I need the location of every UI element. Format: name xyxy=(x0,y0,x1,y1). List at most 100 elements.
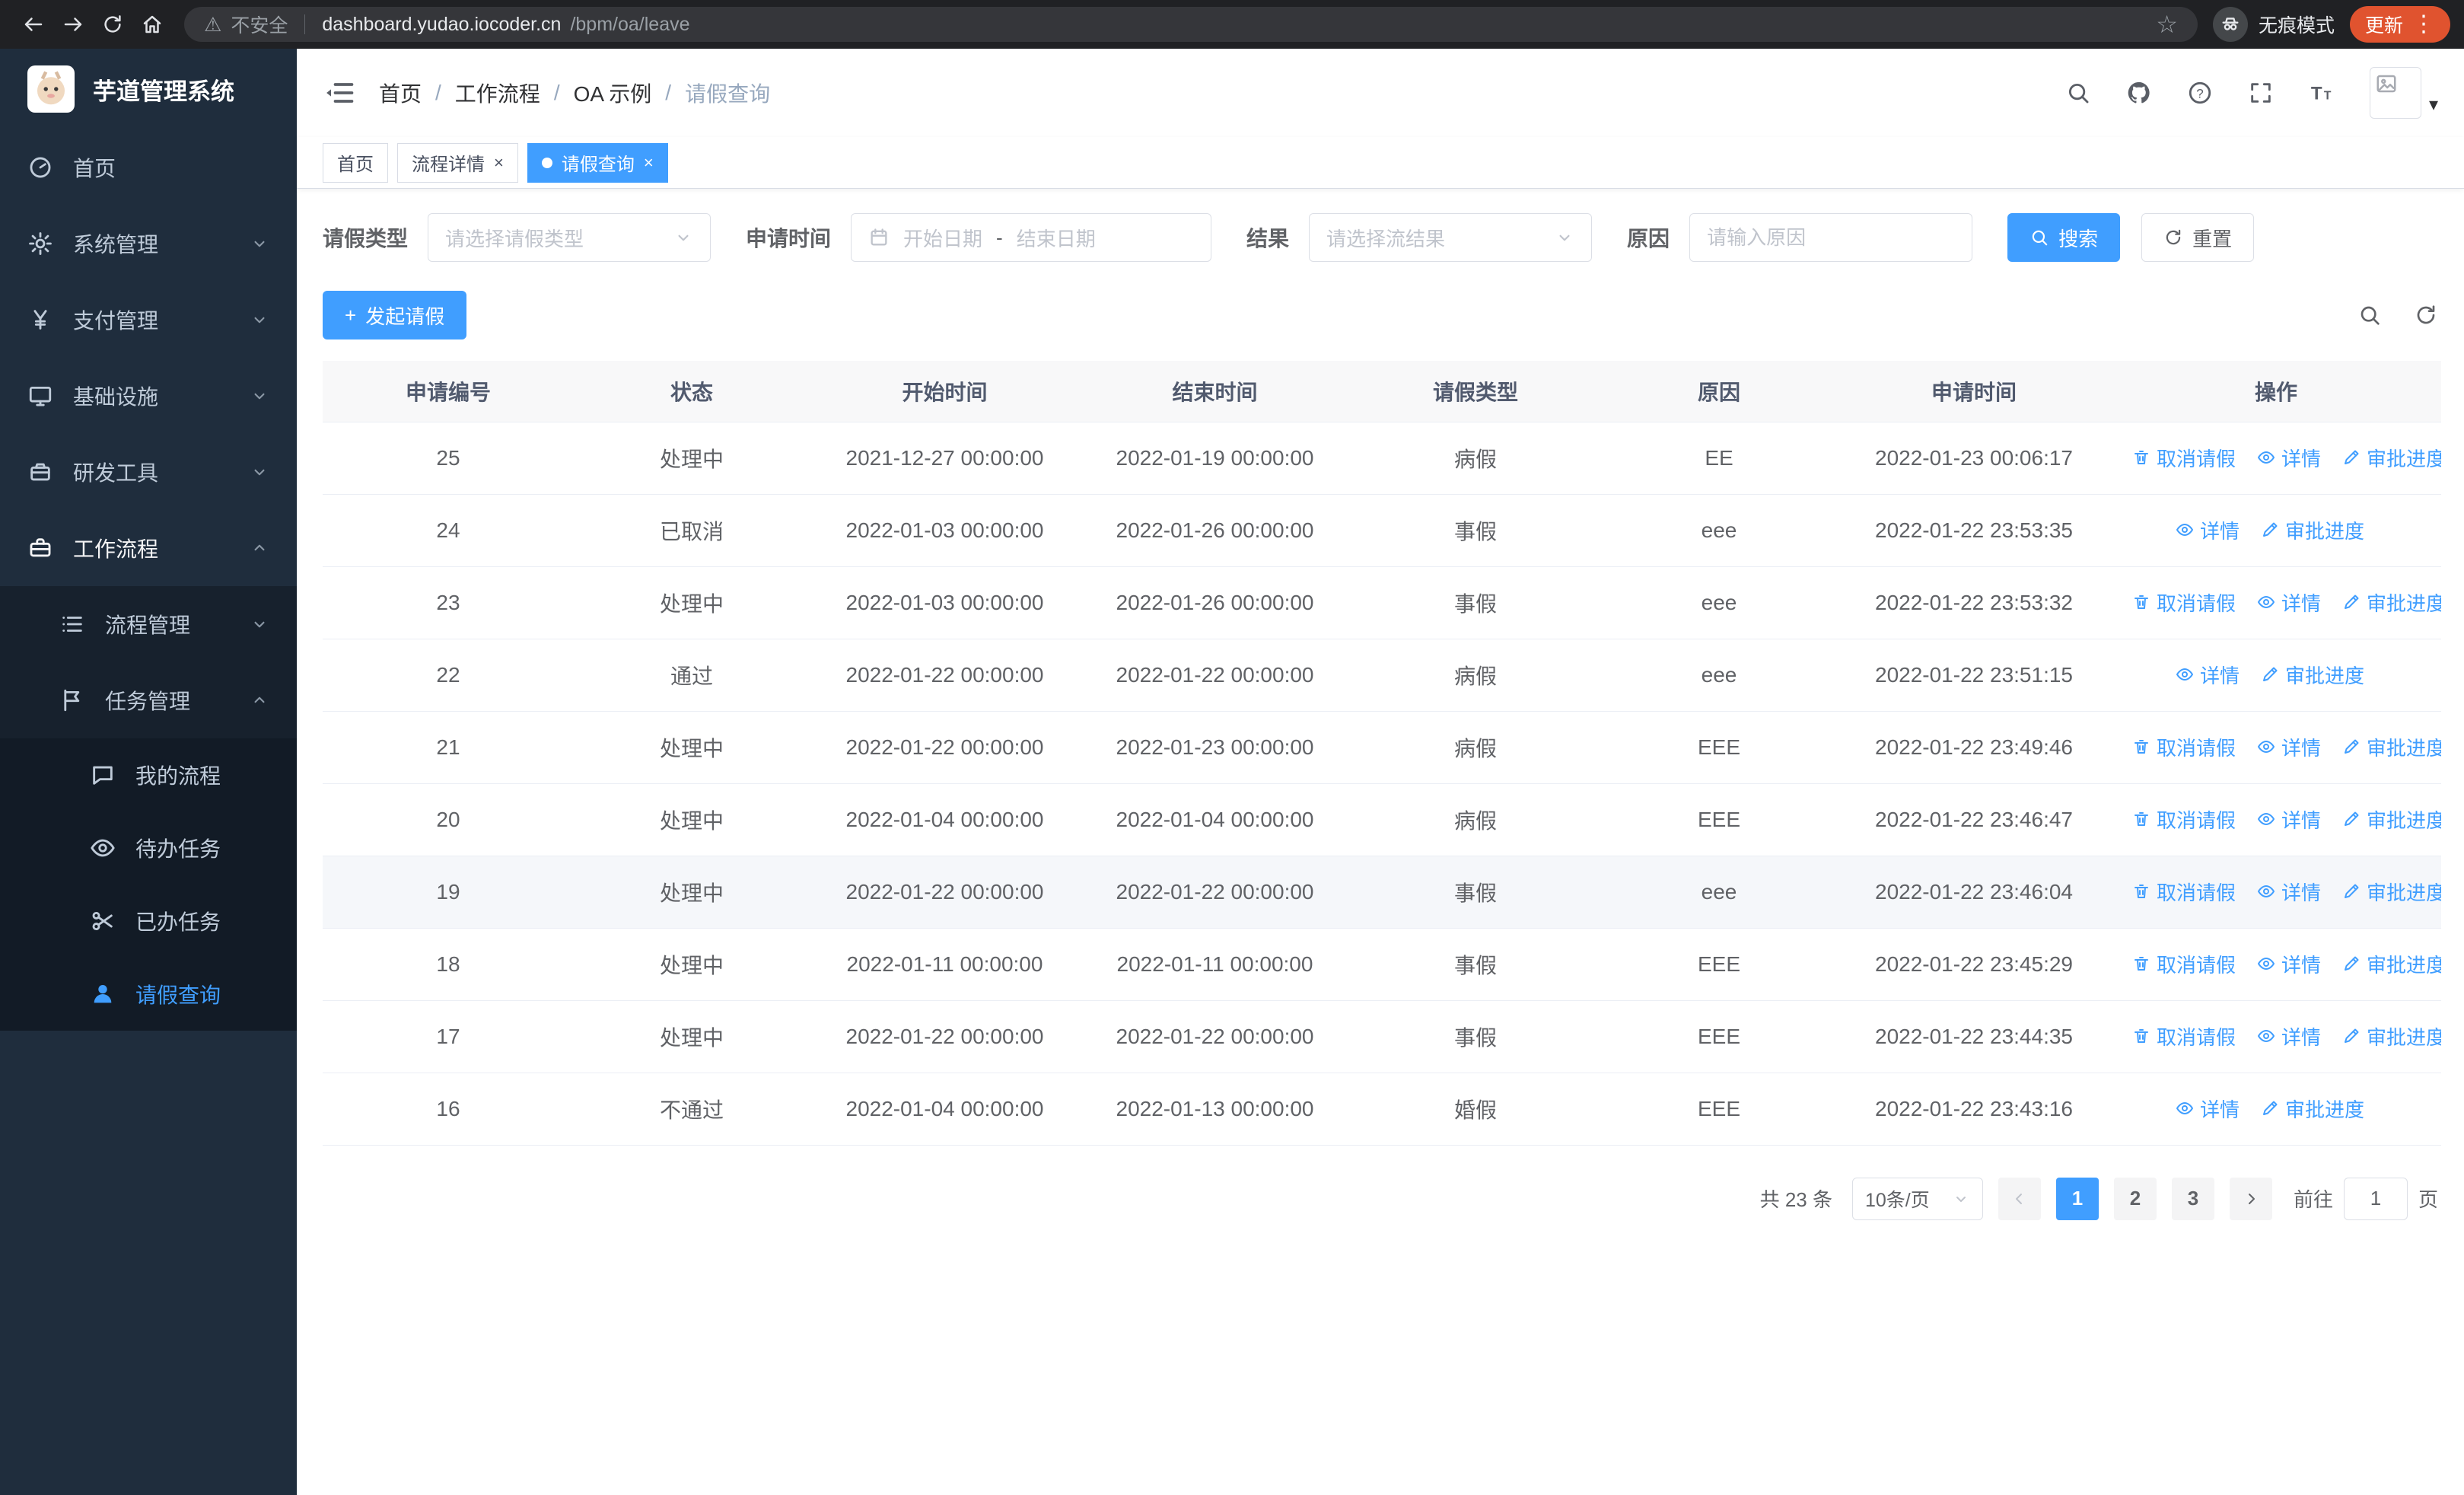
sidebar-item-label: 待办任务 xyxy=(135,837,221,861)
page-button-2[interactable]: 2 xyxy=(2113,1177,2157,1220)
toggle-search-button[interactable] xyxy=(2357,303,2382,327)
detail-link[interactable]: 详情 xyxy=(2257,1022,2321,1050)
back-button[interactable] xyxy=(14,5,53,44)
detail-link-label: 详情 xyxy=(2281,447,2322,470)
tab-leave-query[interactable]: 请假查询 × xyxy=(527,142,668,183)
reason-input[interactable] xyxy=(1689,213,1973,262)
sidebar-item-payment[interactable]: 支付管理 xyxy=(0,282,297,358)
detail-link[interactable]: 详情 xyxy=(2257,805,2321,834)
approval-progress-link[interactable]: 审批进度 xyxy=(2261,661,2364,689)
detail-link[interactable]: 详情 xyxy=(2176,661,2240,689)
sidebar-item-home[interactable]: 首页 xyxy=(0,129,297,206)
url-host: dashboard.yudao.iocoder.cn xyxy=(322,13,562,35)
cell-reason: eee xyxy=(1601,639,1837,712)
sidebar-item-leave-query[interactable]: 请假查询 xyxy=(0,958,297,1031)
page-button-1[interactable]: 1 xyxy=(2055,1177,2099,1220)
approval-progress-link[interactable]: 审批进度 xyxy=(2261,516,2364,544)
eye-icon xyxy=(91,839,115,857)
approval-progress-link[interactable]: 审批进度 xyxy=(2342,805,2441,834)
sidebar-item-infrastructure[interactable]: 基础设施 xyxy=(0,358,297,434)
sidebar-item-workflow[interactable]: 工作流程 xyxy=(0,510,297,586)
close-icon[interactable]: × xyxy=(644,154,654,171)
chevron-down-icon xyxy=(254,241,265,247)
breadcrumb-item[interactable]: 工作流程 xyxy=(455,78,540,108)
detail-link[interactable]: 详情 xyxy=(2257,878,2321,906)
home-icon xyxy=(143,15,161,33)
detail-link[interactable]: 详情 xyxy=(2257,950,2321,978)
sidebar-item-process-management[interactable]: 流程管理 xyxy=(0,586,297,662)
update-button[interactable]: 更新 ⋮ xyxy=(2349,6,2450,43)
forward-button[interactable] xyxy=(53,5,93,44)
sidebar-item-system[interactable]: 系统管理 xyxy=(0,206,297,282)
github-button[interactable] xyxy=(2126,80,2152,106)
cancel-leave-link[interactable]: 取消请假 xyxy=(2132,588,2236,617)
reset-button[interactable]: 重置 xyxy=(2141,213,2255,262)
hamburger-icon[interactable] xyxy=(323,76,356,110)
approval-progress-link[interactable]: 审批进度 xyxy=(2342,588,2441,617)
detail-link[interactable]: 详情 xyxy=(2176,1095,2240,1123)
goto-page-input[interactable] xyxy=(2343,1177,2408,1220)
cancel-leave-link[interactable]: 取消请假 xyxy=(2132,733,2236,761)
approval-progress-link[interactable]: 审批进度 xyxy=(2342,1022,2441,1050)
breadcrumb-item[interactable]: 首页 xyxy=(379,78,422,108)
page-button-3[interactable]: 3 xyxy=(2171,1177,2214,1220)
approval-progress-link[interactable]: 审批进度 xyxy=(2261,1095,2364,1123)
delete-icon xyxy=(2135,957,2148,971)
approval-progress-link[interactable]: 审批进度 xyxy=(2342,950,2441,978)
cell-status: 处理中 xyxy=(574,856,810,929)
home-button[interactable] xyxy=(132,5,172,44)
user-menu[interactable]: ▾ xyxy=(2369,67,2438,119)
breadcrumb-item[interactable]: OA 示例 xyxy=(574,78,652,108)
approval-progress-link[interactable]: 审批进度 xyxy=(2342,444,2441,472)
app-frame: 芋道管理系统 首页 系统管理 支付管理 基础设施 研发工具 工作流程 流程管理 … xyxy=(0,49,2464,1495)
sidebar-item-devtools[interactable]: 研发工具 xyxy=(0,434,297,510)
result-select[interactable]: 请选择流结果 xyxy=(1309,213,1593,262)
cell-actions: 取消请假 详情 审批进度 xyxy=(2111,928,2441,1001)
bookmark-star-icon[interactable]: ☆ xyxy=(2156,10,2178,39)
font-size-button[interactable]: TT xyxy=(2309,80,2335,106)
detail-link[interactable]: 详情 xyxy=(2176,516,2240,544)
close-icon[interactable]: × xyxy=(494,154,504,171)
cell-reason: EEE xyxy=(1601,928,1837,1001)
tab-label: 首页 xyxy=(337,155,374,175)
search-button[interactable]: 搜索 xyxy=(2007,213,2121,262)
breadcrumb: 首页 / 工作流程 / OA 示例 / 请假查询 xyxy=(379,78,770,108)
reset-button-label: 重置 xyxy=(2192,227,2233,250)
sidebar-item-task-management[interactable]: 任务管理 xyxy=(0,662,297,738)
create-leave-button[interactable]: + 发起请假 xyxy=(323,291,467,339)
app-logo-row[interactable]: 芋道管理系统 xyxy=(0,49,297,129)
browser-menu-icon[interactable]: ⋮ xyxy=(2412,13,2435,36)
cancel-leave-link[interactable]: 取消请假 xyxy=(2132,878,2236,906)
sidebar-item-todo-tasks[interactable]: 待办任务 xyxy=(0,811,297,885)
cancel-leave-link[interactable]: 取消请假 xyxy=(2132,444,2236,472)
reload-button[interactable] xyxy=(93,5,132,44)
fullscreen-button[interactable] xyxy=(2248,80,2274,106)
eye-icon xyxy=(2176,1102,2193,1115)
tab-home[interactable]: 首页 xyxy=(323,142,388,183)
apply-time-range-picker[interactable]: 开始日期 - 结束日期 xyxy=(851,213,1212,262)
refresh-table-button[interactable] xyxy=(2414,303,2438,327)
tab-process-detail[interactable]: 流程详情 × xyxy=(397,142,518,183)
cancel-leave-link[interactable]: 取消请假 xyxy=(2132,805,2236,834)
cancel-leave-link[interactable]: 取消请假 xyxy=(2132,1022,2236,1050)
leave-type-select[interactable]: 请选择请假类型 xyxy=(428,213,712,262)
cell-end: 2022-01-11 00:00:00 xyxy=(1080,928,1350,1001)
next-page-button[interactable] xyxy=(2229,1177,2272,1220)
cell-actions: 取消请假 详情 审批进度 xyxy=(2111,856,2441,929)
detail-link[interactable]: 详情 xyxy=(2257,733,2321,761)
header-search-button[interactable] xyxy=(2065,80,2091,106)
sidebar-item-done-tasks[interactable]: 已办任务 xyxy=(0,885,297,958)
detail-link[interactable]: 详情 xyxy=(2257,588,2321,617)
cancel-leave-link[interactable]: 取消请假 xyxy=(2132,950,2236,978)
approval-progress-link[interactable]: 审批进度 xyxy=(2342,878,2441,906)
help-button[interactable]: ? xyxy=(2187,80,2213,106)
approval-progress-link[interactable]: 审批进度 xyxy=(2342,733,2441,761)
address-bar[interactable]: ⚠ 不安全 dashboard.yudao.iocoder.cn /bpm/oa… xyxy=(184,7,2198,42)
sidebar-item-my-process[interactable]: 我的流程 xyxy=(0,738,297,811)
gear-icon xyxy=(29,232,52,255)
page-size-select[interactable]: 10条/页 xyxy=(1851,1177,1983,1220)
security-label[interactable]: 不安全 xyxy=(231,11,288,38)
table-row: 18 处理中 2022-01-11 00:00:00 2022-01-11 00:00… xyxy=(323,928,2441,1001)
prev-page-button[interactable] xyxy=(1998,1177,2041,1220)
detail-link[interactable]: 详情 xyxy=(2257,444,2321,472)
